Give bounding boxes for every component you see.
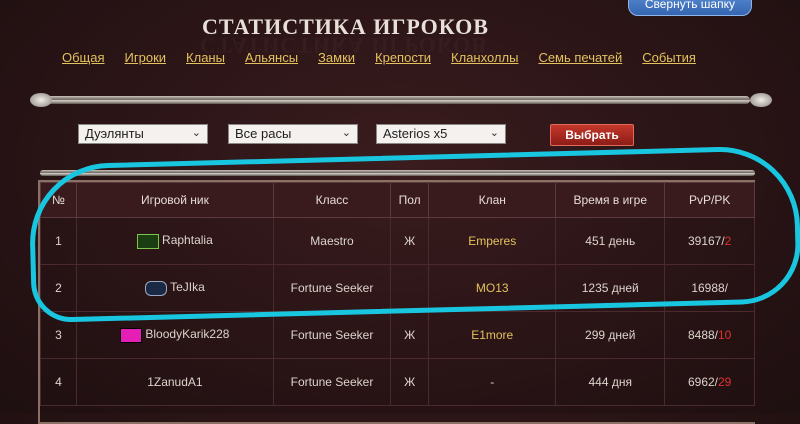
nav-clanhalls[interactable]: Кланхоллы xyxy=(451,50,518,65)
chevron-down-icon: ⌄ xyxy=(191,127,201,139)
chevron-down-icon: ⌄ xyxy=(489,127,499,139)
pvp-value: 6962/ xyxy=(687,375,718,389)
collapse-header-button[interactable]: Свернуть шапку xyxy=(627,0,752,16)
top-nav: Общая Игроки Кланы Альянсы Замки Крепост… xyxy=(62,50,696,65)
col-nick[interactable]: Игровой ник xyxy=(75,182,274,218)
time-cell: 451 день xyxy=(555,217,666,265)
class-cell: Maestro xyxy=(272,217,392,265)
rank-cell: 1 xyxy=(40,217,77,265)
rank-cell: 3 xyxy=(40,311,77,359)
clan-cell[interactable]: Emperes xyxy=(428,217,557,265)
pvp-pk-cell: 6962/29 xyxy=(664,358,755,406)
class-cell: Fortune Seeker xyxy=(272,311,392,359)
player-nick[interactable]: Raphtalia xyxy=(162,233,213,247)
col-pvp-pk[interactable]: PvP/PK xyxy=(664,182,755,218)
player-nick[interactable]: BloodyKarik228 xyxy=(145,327,229,341)
pvp-pk-cell: 8488/10 xyxy=(664,311,755,359)
sex-cell: Ж xyxy=(390,217,430,265)
time-cell: 299 дней xyxy=(555,311,666,359)
nav-clans[interactable]: Кланы xyxy=(186,50,225,65)
table-row: 3 BloodyKarik228 Fortune Seeker Ж E1more… xyxy=(40,311,755,359)
pvp-value: 16988/ xyxy=(691,281,729,295)
ornament-divider xyxy=(40,96,750,104)
pk-value: 10 xyxy=(718,328,732,342)
col-time[interactable]: Время в игре xyxy=(555,182,666,218)
nav-castles[interactable]: Замки xyxy=(318,50,355,65)
sex-cell: Ж xyxy=(390,311,430,359)
category-select-value: Дуэлянты xyxy=(85,126,144,141)
nav-alliances[interactable]: Альянсы xyxy=(245,50,298,65)
time-cell: 1235 дней xyxy=(555,264,666,312)
players-table: № Игровой ник Класс Пол Клан Время в игр… xyxy=(38,180,755,424)
rank-cell: 2 xyxy=(40,264,77,312)
server-select-value: Asterios x5 xyxy=(383,126,448,141)
table-header-row: № Игровой ник Класс Пол Клан Время в игр… xyxy=(40,182,755,218)
player-nick[interactable]: TeJIka xyxy=(170,280,205,294)
clan-cell[interactable]: E1more xyxy=(428,311,557,359)
nick-cell: 1ZanudA1 xyxy=(75,358,274,406)
clan-cell[interactable]: MO13 xyxy=(428,264,557,312)
pvp-pk-cell: 39167/2 xyxy=(664,217,755,265)
col-clan[interactable]: Клан xyxy=(428,182,557,218)
race-select-value: Все расы xyxy=(235,126,292,141)
pk-value: 2 xyxy=(724,234,732,248)
nick-cell: TeJIka xyxy=(75,264,274,312)
time-cell: 444 дня xyxy=(555,358,666,406)
table-row: 1 Raphtalia Maestro Ж Emperes 451 день 3… xyxy=(40,217,755,265)
class-cell: Fortune Seeker xyxy=(272,358,392,406)
col-class[interactable]: Класс xyxy=(272,182,392,218)
submit-button[interactable]: Выбрать xyxy=(550,124,634,146)
nick-cell: Raphtalia xyxy=(75,217,274,265)
rank-cell: 4 xyxy=(40,358,77,406)
class-cell: Fortune Seeker xyxy=(272,264,392,312)
table-row: 4 1ZanudA1 Fortune Seeker Ж - 444 дня 69… xyxy=(40,358,755,406)
player-nick[interactable]: 1ZanudA1 xyxy=(147,375,202,389)
nav-players[interactable]: Игроки xyxy=(125,50,167,65)
pvp-value: 39167/ xyxy=(687,234,725,248)
clan-crest-icon xyxy=(145,280,168,296)
table-row: 2 TeJIka Fortune Seeker MO13 1235 дней 1… xyxy=(40,264,755,312)
nick-cell: BloodyKarik228 xyxy=(75,311,274,359)
nav-events[interactable]: События xyxy=(642,50,696,65)
chevron-down-icon: ⌄ xyxy=(341,127,351,139)
sex-cell xyxy=(390,264,430,312)
sex-cell: Ж xyxy=(390,358,430,406)
nav-seven-signs[interactable]: Семь печатей xyxy=(538,50,622,65)
pvp-pk-cell: 16988/ xyxy=(664,264,755,312)
ornament-knob xyxy=(750,93,772,107)
nav-fortresses[interactable]: Крепости xyxy=(375,50,431,65)
clan-crest-icon xyxy=(137,233,160,249)
pk-value: 29 xyxy=(718,375,732,389)
nav-general[interactable]: Общая xyxy=(62,50,105,65)
col-sex[interactable]: Пол xyxy=(390,182,430,218)
category-select[interactable]: Дуэлянты ⌄ xyxy=(78,124,208,144)
page-title: СТАТИСТИКА ИГРОКОВ xyxy=(202,14,489,39)
race-select[interactable]: Все расы ⌄ xyxy=(228,124,358,144)
table-top-ornament xyxy=(40,170,755,176)
col-rank[interactable]: № xyxy=(40,182,77,218)
pvp-value: 8488/ xyxy=(687,328,718,342)
server-select[interactable]: Asterios x5 ⌄ xyxy=(376,124,506,144)
clan-cell: - xyxy=(428,358,557,406)
clan-crest-icon xyxy=(120,327,143,343)
ornament-knob xyxy=(30,93,52,107)
